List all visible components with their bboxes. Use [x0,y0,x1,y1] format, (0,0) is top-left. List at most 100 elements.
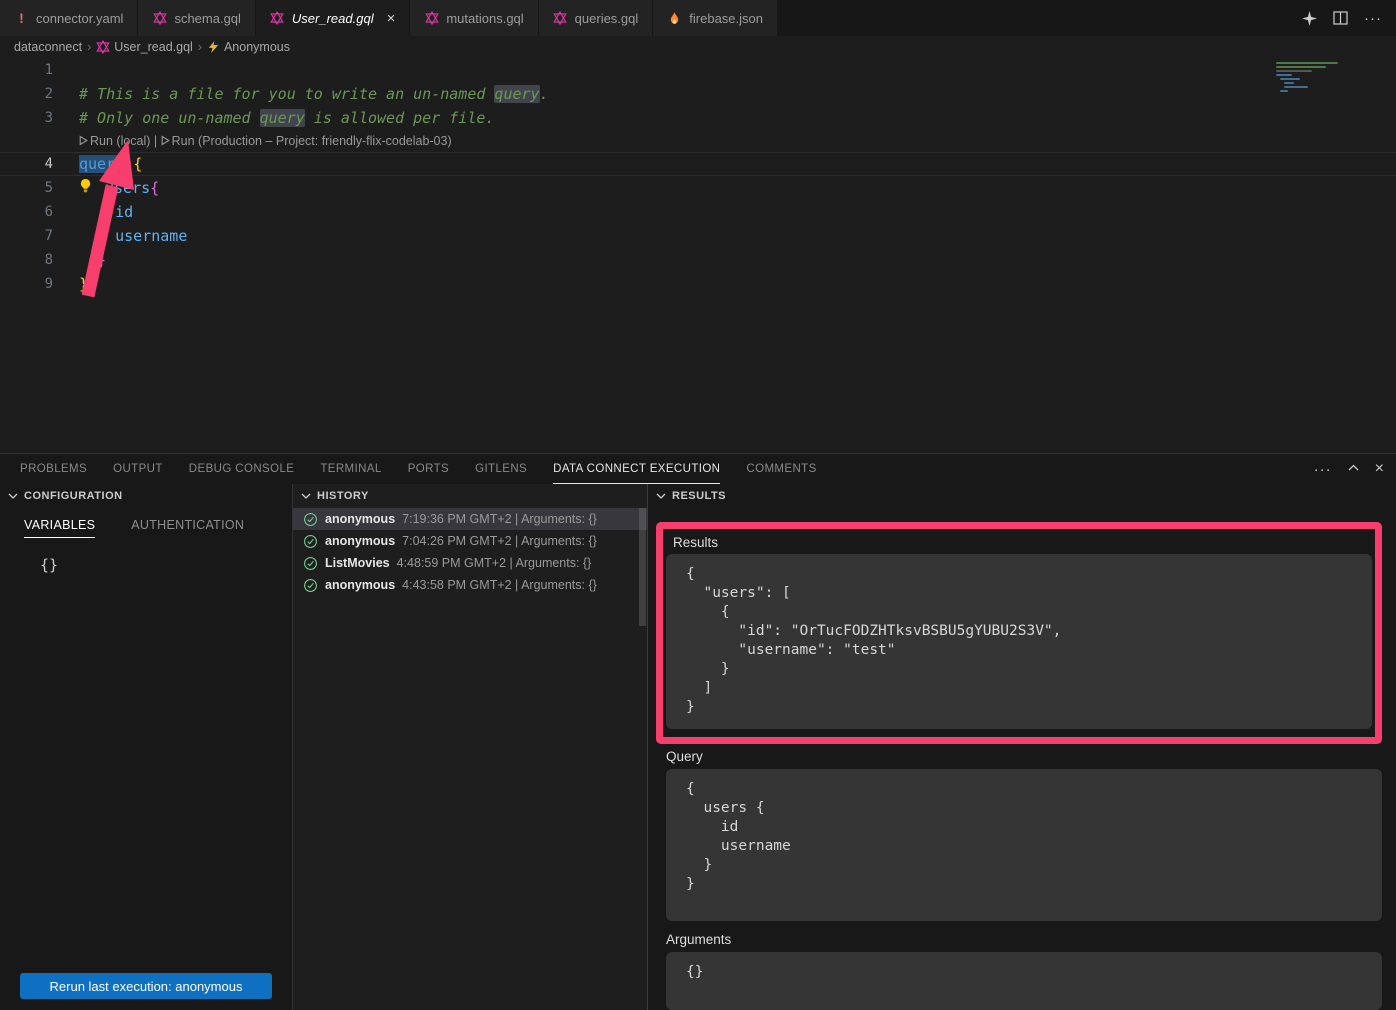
tab-variables[interactable]: VARIABLES [24,518,95,538]
code-line-5[interactable]: 5users{ [0,176,1396,200]
codelens-run-production[interactable]: Run (Production – Project: friendly-flix… [161,134,452,148]
history-entry[interactable]: anonymous 4:43:58 PM GMT+2 | Arguments: {… [293,574,647,596]
code-line-4[interactable]: 4query { [0,152,1396,176]
arguments-label: Arguments [666,932,1396,947]
history-entry[interactable]: ListMovies 4:48:59 PM GMT+2 | Arguments: … [293,552,647,574]
maximize-panel-icon[interactable] [1348,460,1359,478]
breadcrumb-item-dataconnect[interactable]: dataconnect [14,40,82,54]
line-number: 3 [0,106,79,130]
panel-tab-comments[interactable]: COMMENTS [746,454,816,484]
configuration-header[interactable]: CONFIGURATION [0,484,292,508]
history-entry[interactable]: anonymous 7:04:26 PM GMT+2 | Arguments: {… [293,530,647,552]
copilot-sparkle-icon[interactable] [1302,11,1317,26]
alert-icon: ! [14,11,29,26]
graphql-icon [96,40,110,54]
codelens-run-local[interactable]: Run (local) [79,134,150,148]
close-tab-icon[interactable]: × [387,11,396,26]
history-entry-meta: 7:19:36 PM GMT+2 | Arguments: {} [402,512,597,526]
history-entry-name: anonymous [325,578,395,592]
tab-label: User_read.gql [292,11,374,26]
tab-User_read.gql[interactable]: User_read.gql × [256,0,410,36]
history-entry[interactable]: anonymous 7:19:36 PM GMT+2 | Arguments: {… [293,508,647,530]
split-editor-icon[interactable] [1333,11,1348,25]
code-token: query [79,155,124,173]
codelens-row: Run (local) | Run (Production – Project:… [0,130,1396,152]
rerun-button[interactable]: Rerun last execution: anonymous [20,973,272,999]
configuration-tabs: VARIABLES AUTHENTICATION [0,518,292,538]
editor-tab-bar: !connector.yamlschema.gql User_read.gql × m… [0,0,1396,36]
check-circle-icon [303,578,318,593]
line-number: 7 [0,224,79,248]
panel-tab-debug-console[interactable]: DEBUG CONSOLE [189,454,295,484]
breadcrumb-item-Anonymous[interactable]: Anonymous [207,40,290,54]
results-label: Results [673,535,1372,550]
panel-tab-gitlens[interactable]: GITLENS [475,454,527,484]
lightbulb-icon[interactable] [79,176,105,200]
history-header[interactable]: HISTORY [293,484,647,508]
history-title: HISTORY [317,490,369,502]
history-entry-meta: 7:04:26 PM GMT+2 | Arguments: {} [402,534,597,548]
code-line-1[interactable]: 1 [0,58,1396,82]
code-token: . [540,85,549,103]
code-token: query [260,109,305,127]
code-token: id [79,203,133,221]
panel-tab-ports[interactable]: PORTS [408,454,449,484]
code-line-8[interactable]: 8 } [0,248,1396,272]
minimap[interactable] [1276,62,1350,94]
history-section: HISTORY anonymous 7:19:36 PM GMT+2 | Argu… [293,484,648,1010]
configuration-title: CONFIGURATION [24,490,123,502]
codelens-divider: | [150,134,160,148]
code-token [124,155,133,173]
tab-label: queries.gql [575,11,639,26]
code-editor[interactable]: 12# This is a file for you to write an u… [0,58,1396,453]
tab-connector.yaml[interactable]: !connector.yaml [0,0,138,36]
code-line-6[interactable]: 6 id [0,200,1396,224]
panel-tab-problems[interactable]: PROBLEMS [20,454,87,484]
code-token: query [494,85,539,103]
panel-tab-output[interactable]: OUTPUT [113,454,163,484]
tab-authentication[interactable]: AUTHENTICATION [131,518,244,538]
code-token [79,251,97,269]
code-line-3[interactable]: 3# Only one un-named query is allowed pe… [0,106,1396,130]
tab-firebase.json[interactable]: firebase.json [653,0,778,36]
panel-tab-data-connect-execution[interactable]: DATA CONNECT EXECUTION [553,454,720,484]
tab-mutations.gql[interactable]: mutations.gql [410,0,538,36]
history-scrollbar[interactable] [639,508,646,626]
panel-more-actions-icon[interactable]: ··· [1314,461,1332,478]
code-token: } [79,275,88,293]
line-number: 9 [0,272,79,296]
configuration-section: CONFIGURATION VARIABLES AUTHENTICATION {… [0,484,293,1010]
breadcrumb-item-User_read.gql[interactable]: User_read.gql [96,40,193,54]
code-line-9[interactable]: 9} [0,272,1396,296]
breadcrumb-separator: › [198,40,202,54]
breadcrumb-label: dataconnect [14,40,82,54]
operation-icon [207,40,220,54]
line-number: 2 [0,82,79,106]
history-entry-name: anonymous [325,512,395,526]
tab-schema.gql[interactable]: schema.gql [138,0,255,36]
breadcrumb-separator: › [87,40,91,54]
history-entry-name: ListMovies [325,556,390,570]
flame-icon [667,11,682,26]
line-number: 1 [0,58,79,82]
history-entry-meta: 4:48:59 PM GMT+2 | Arguments: {} [397,556,592,570]
results-section: RESULTS Results { "users": [ { "id": "Or… [648,484,1396,1010]
close-panel-icon[interactable]: × [1375,461,1384,477]
more-actions-icon[interactable]: ··· [1364,10,1382,27]
query-label: Query [666,749,1396,764]
code-token: { [133,155,142,173]
arguments-code: {} [666,952,1382,1010]
tab-label: mutations.gql [446,11,523,26]
panel-tab-terminal[interactable]: TERMINAL [320,454,381,484]
line-number: 5 [0,176,79,200]
line-number: 6 [0,200,79,224]
code-line-2[interactable]: 2# This is a file for you to write an un… [0,82,1396,106]
code-line-7[interactable]: 7 username [0,224,1396,248]
panel-tab-bar: PROBLEMS OUTPUT DEBUG CONSOLE TERMINAL PORTS… [0,454,1396,484]
tab-queries.gql[interactable]: queries.gql [539,0,654,36]
history-entry-meta: 4:43:58 PM GMT+2 | Arguments: {} [402,578,597,592]
variables-value[interactable]: {} [40,556,292,574]
history-entry-name: anonymous [325,534,395,548]
results-header[interactable]: RESULTS [648,484,1396,508]
breadcrumb-label: User_read.gql [114,40,193,54]
